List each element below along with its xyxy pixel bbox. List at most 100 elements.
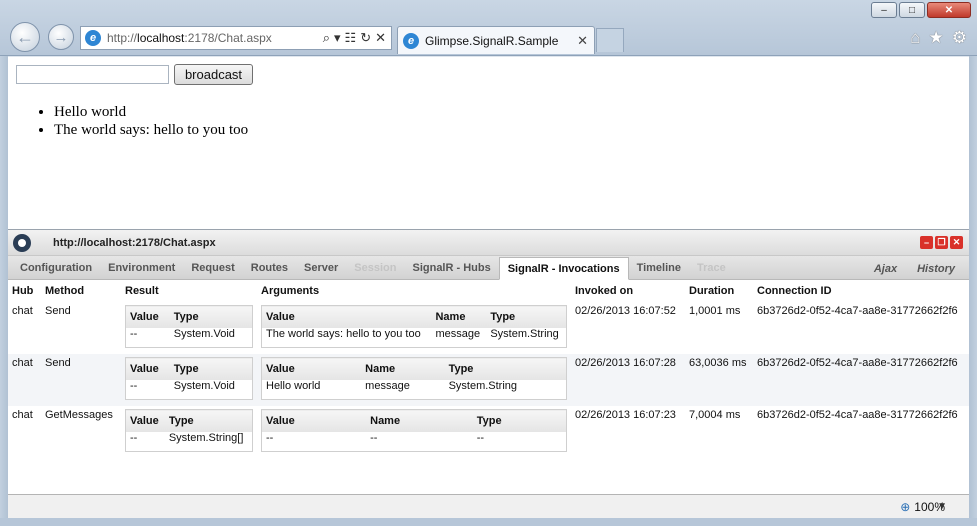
forward-button[interactable]: →: [48, 24, 74, 50]
tab-request[interactable]: Request: [183, 257, 242, 279]
browser-tools: ⌂ ★ ⚙: [910, 28, 967, 48]
close-tab-icon[interactable]: ✕: [577, 33, 588, 49]
sub-header: Type: [472, 409, 567, 432]
new-tab-button[interactable]: [596, 28, 624, 52]
tab-signalr-hubs[interactable]: SignalR - Hubs: [404, 257, 498, 279]
message-list: Hello world The world says: hello to you…: [54, 103, 248, 139]
invocations-table: Hub Method Result Arguments Invoked on D…: [8, 280, 969, 458]
sub-header: Type: [486, 305, 567, 328]
minimize-panel-icon[interactable]: −: [920, 236, 933, 249]
home-icon[interactable]: ⌂: [910, 28, 920, 48]
arg-name: message: [361, 379, 445, 400]
arg-type: System.String: [444, 379, 567, 400]
close-window-button[interactable]: ✕: [927, 2, 971, 18]
col-hub: Hub: [12, 285, 34, 297]
maximize-button[interactable]: □: [899, 2, 925, 18]
col-result: Result: [125, 285, 159, 297]
glimpse-logo-icon: [13, 233, 31, 252]
arg-type: --: [472, 431, 567, 452]
window-controls: – □ ✕: [871, 2, 971, 18]
page-content: broadcast Hello world The world says: he…: [8, 57, 969, 229]
glimpse-tabs: Configuration Environment Request Routes…: [8, 256, 969, 280]
table-row: chat Send Value Type -- System.Void Value N…: [8, 354, 969, 406]
result-type: System.Void: [169, 379, 253, 400]
compatibility-view-icon[interactable]: ☷: [345, 30, 357, 46]
table-header-row: Hub Method Result Arguments Invoked on D…: [8, 280, 969, 302]
ie-page-icon: e: [85, 30, 101, 46]
address-url[interactable]: http://localhost:2178/Chat.aspx: [107, 31, 307, 45]
cell-arguments: Value Name Type -- -- --: [257, 406, 571, 458]
tab-configuration[interactable]: Configuration: [12, 257, 100, 279]
sub-header: Name: [361, 357, 445, 380]
glimpse-panel: http://localhost:2178/Chat.aspx − ❐ ✕ Co…: [8, 229, 969, 518]
window-frame-bottom: [0, 518, 977, 526]
table-row: chat GetMessages Value Type -- System.Stri…: [8, 406, 969, 458]
sub-header: Type: [164, 409, 253, 432]
sub-header: Type: [444, 357, 567, 380]
cell-duration: 1,0001 ms: [689, 305, 741, 317]
message-input[interactable]: [16, 65, 169, 84]
close-panel-icon[interactable]: ✕: [950, 236, 963, 249]
broadcast-button[interactable]: broadcast: [174, 64, 253, 85]
sub-header: Value: [125, 357, 170, 380]
address-bar[interactable]: e http://localhost:2178/Chat.aspx ⌕ ▾ ☷ …: [80, 26, 392, 50]
cell-invoked-on: 02/26/2013 16:07:28: [571, 354, 685, 406]
cell-method: Send: [41, 354, 121, 406]
back-arrow-icon: ←: [16, 26, 34, 47]
col-method: Method: [45, 285, 85, 297]
cell-invoked-on: 02/26/2013 16:07:52: [575, 305, 676, 317]
message-item: The world says: hello to you too: [54, 121, 248, 139]
tab-timeline[interactable]: Timeline: [629, 257, 689, 279]
popout-panel-icon[interactable]: ❐: [935, 236, 948, 249]
search-icon[interactable]: ⌕: [323, 30, 330, 46]
url-scheme: http://: [107, 31, 138, 45]
refresh-icon[interactable]: ↻: [360, 30, 371, 46]
window-frame-left: [0, 56, 8, 526]
cell-result: Value Type -- System.String[]: [121, 406, 257, 458]
settings-gear-icon[interactable]: ⚙: [952, 28, 967, 48]
browser-tab[interactable]: e Glimpse.SignalR.Sample ✕: [397, 26, 595, 54]
cell-hub: chat: [12, 409, 33, 421]
cell-connection-id: 6b3726d2-0f52-4ca7-aa8e-31772662f2f6: [753, 354, 969, 406]
sub-header: Value: [261, 409, 367, 432]
cell-method: GetMessages: [45, 409, 113, 421]
browser-chrome: – □ ✕ ← → e http://localhost:2178/Chat.a…: [0, 0, 977, 56]
tab-history[interactable]: History: [909, 258, 963, 280]
cell-connection-id: 6b3726d2-0f52-4ca7-aa8e-31772662f2f6: [757, 305, 958, 317]
result-subtable: Value Type -- System.Void: [125, 357, 253, 400]
minimize-button[interactable]: –: [871, 2, 897, 18]
cell-hub: chat: [12, 305, 33, 317]
table-row: chat Send Value Type -- System.Void Value N…: [8, 302, 969, 354]
tab-routes[interactable]: Routes: [243, 257, 296, 279]
tab-trace: Trace: [697, 262, 726, 274]
back-button[interactable]: ←: [10, 22, 40, 52]
cell-method: Send: [45, 305, 71, 317]
url-path: :2178/Chat.aspx: [184, 31, 272, 45]
arg-type: System.String: [486, 327, 567, 348]
tab-ajax[interactable]: Ajax: [866, 258, 905, 280]
tab-server[interactable]: Server: [296, 257, 346, 279]
tab-signalr-invocations[interactable]: SignalR - Invocations: [498, 257, 629, 280]
arguments-subtable: Value Name Type -- -- --: [261, 409, 567, 452]
cell-arguments: Value Name Type The world says: hello to y…: [257, 302, 571, 354]
result-type: System.String[]: [164, 431, 253, 452]
cell-hub: chat: [8, 354, 41, 406]
arg-value: The world says: hello to you too: [261, 327, 432, 348]
favorites-star-icon[interactable]: ★: [929, 28, 944, 48]
dropdown-icon[interactable]: ▾: [334, 30, 341, 46]
sub-header: Type: [169, 357, 253, 380]
tab-environment[interactable]: Environment: [100, 257, 183, 279]
status-bar: ⊕ 100% ▼: [8, 494, 969, 518]
sub-header: Name: [366, 409, 473, 432]
arg-value: Hello world: [261, 379, 362, 400]
cell-invoked-on: 02/26/2013 16:07:23: [575, 409, 676, 421]
result-subtable: Value Type -- System.Void: [125, 305, 253, 348]
zoom-icon: ⊕: [900, 500, 911, 514]
stop-icon[interactable]: ✕: [375, 30, 386, 46]
arguments-subtable: Value Name Type The world says: hello to y…: [261, 305, 567, 348]
sub-header: Value: [261, 357, 362, 380]
col-duration: Duration: [689, 285, 735, 297]
arg-name: --: [366, 431, 473, 452]
forward-arrow-icon: →: [53, 28, 69, 46]
zoom-dropdown-icon[interactable]: ▼: [937, 501, 947, 512]
